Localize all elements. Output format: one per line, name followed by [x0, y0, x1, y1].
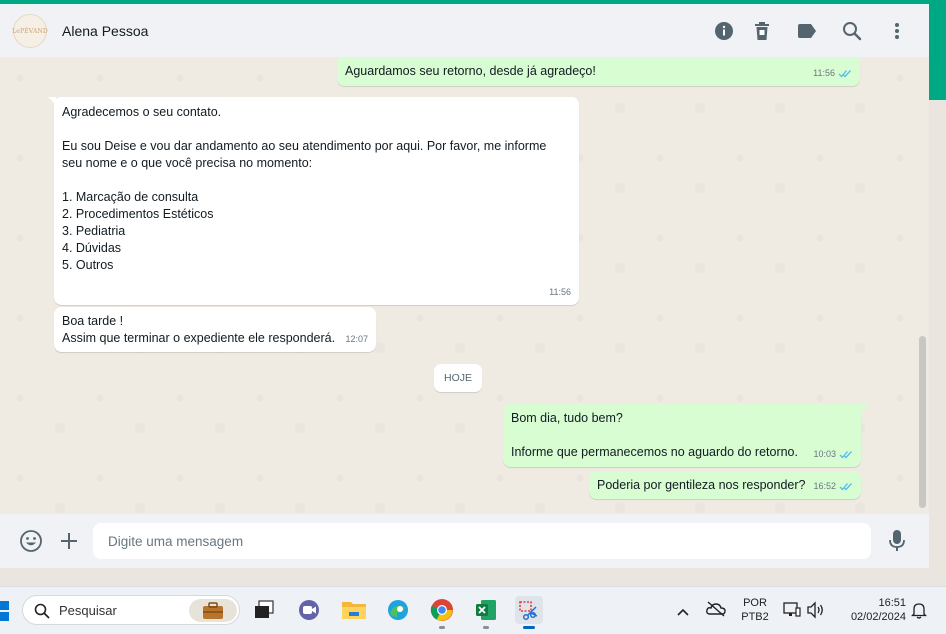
snipping-tool-icon[interactable]: [515, 596, 543, 629]
message-time: 12:07: [345, 334, 368, 344]
taskbar-clock[interactable]: 16:51 02/02/2024: [838, 596, 906, 624]
running-indicator: [523, 626, 535, 629]
message-time: 10:03: [813, 449, 836, 459]
microphone-icon[interactable]: [886, 528, 908, 554]
volume-icon[interactable]: [806, 601, 826, 624]
message-list[interactable]: Aguardamos seu retorno, desde já agradeç…: [0, 58, 929, 514]
edge-browser-icon[interactable]: [384, 596, 412, 624]
chevron-up-icon[interactable]: [677, 603, 689, 621]
label-icon[interactable]: [796, 20, 818, 42]
message-bubble-outgoing[interactable]: Aguardamos seu retorno, desde já agradeç…: [337, 58, 860, 86]
date-separator-chip: HOJE: [434, 364, 482, 392]
emoji-icon[interactable]: [19, 529, 43, 553]
search-icon[interactable]: [841, 20, 863, 42]
message-bubble-incoming[interactable]: Agradecemos o seu contato. Eu sou Deise …: [54, 97, 579, 305]
desktop-accent-edge: [929, 0, 946, 100]
teams-meet-icon[interactable]: [295, 596, 323, 624]
message-time: 16:52: [813, 481, 836, 491]
message-meta: 16:52: [813, 478, 853, 495]
chrome-browser-icon[interactable]: [428, 596, 456, 629]
whatsapp-window: LePÉVAND Alena Pessoa Aguardamos seu ret…: [0, 4, 929, 568]
message-bubble-incoming[interactable]: Boa tarde ! Assim que terminar o expedie…: [54, 307, 376, 352]
notification-bell-icon[interactable]: [910, 602, 928, 624]
running-indicator: [439, 626, 445, 629]
running-indicator: [483, 626, 489, 629]
taskbar-search-box[interactable]: Pesquisar: [22, 595, 240, 625]
message-time: 11:56: [813, 68, 835, 78]
windows-taskbar: Pesquisar POR PTB2 16:51 02/02/2024: [0, 586, 946, 634]
trash-icon[interactable]: [751, 20, 773, 42]
excel-icon[interactable]: [472, 596, 500, 629]
clock-date: 02/02/2024: [850, 611, 906, 623]
attach-plus-icon[interactable]: [57, 529, 81, 553]
keyboard-language-indicator[interactable]: POR PTB2: [740, 596, 770, 624]
message-bubble-outgoing[interactable]: Bom dia, tudo bem? Informe que permanece…: [503, 404, 861, 467]
contact-name[interactable]: Alena Pessoa: [62, 23, 148, 39]
double-check-icon: [839, 483, 852, 491]
desktop-edge: [929, 100, 946, 586]
message-bubble-outgoing[interactable]: Poderia por gentileza nos responder? 16:…: [589, 471, 861, 499]
language-code: POR: [743, 597, 767, 609]
search-icon: [34, 603, 50, 619]
message-text: Boa tarde ! Assim que terminar o expedie…: [62, 314, 336, 345]
keyboard-layout-code: PTB2: [741, 611, 769, 623]
menu-kebab-icon[interactable]: [886, 20, 908, 42]
file-explorer-icon[interactable]: [340, 596, 368, 624]
chat-header: LePÉVAND Alena Pessoa: [0, 4, 929, 58]
clock-time: 16:51: [878, 597, 906, 609]
double-check-icon: [839, 451, 852, 459]
task-view-icon[interactable]: [250, 596, 278, 624]
windows-start-icon[interactable]: [0, 601, 10, 621]
avatar-logo-text: LePÉVAND: [12, 27, 48, 35]
message-meta: 11:56: [549, 284, 571, 301]
composer-bar: [0, 514, 929, 568]
chat-scrollbar-thumb[interactable]: [919, 336, 926, 508]
search-label: Pesquisar: [59, 603, 117, 618]
network-icon[interactable]: [783, 601, 801, 624]
bubble-tail: [861, 404, 869, 412]
message-meta: 10:03: [813, 446, 853, 463]
message-text: Poderia por gentileza nos responder?: [597, 478, 806, 492]
onedrive-offline-icon[interactable]: [706, 601, 726, 622]
message-text: Agradecemos o seu contato. Eu sou Deise …: [62, 105, 547, 272]
info-icon[interactable]: [713, 20, 735, 42]
briefcase-icon: [189, 599, 237, 622]
message-meta: 12:07: [345, 331, 368, 348]
contact-avatar[interactable]: LePÉVAND: [12, 14, 48, 48]
message-text: Aguardamos seu retorno, desde já agradeç…: [345, 64, 596, 78]
message-text: Bom dia, tudo bem? Informe que permanece…: [511, 411, 798, 459]
message-meta: 11:56: [813, 65, 852, 82]
message-time: 11:56: [549, 287, 571, 297]
message-input[interactable]: [93, 523, 871, 559]
double-check-icon: [838, 70, 851, 78]
